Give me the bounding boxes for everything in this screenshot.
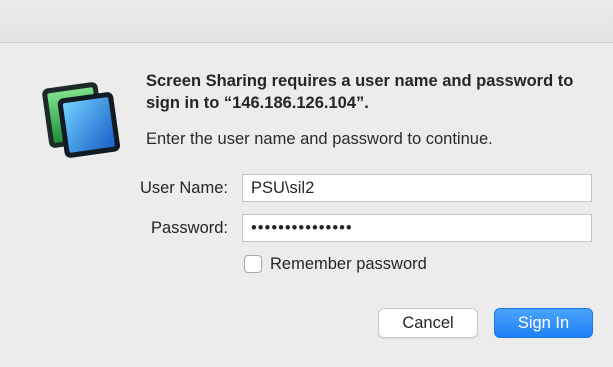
username-field[interactable] — [242, 174, 592, 202]
remember-password-checkbox[interactable] — [244, 255, 262, 273]
dialog-title: Screen Sharing requires a user name and … — [146, 72, 574, 112]
password-label: Password: — [150, 219, 228, 237]
screen-sharing-icon — [42, 82, 121, 158]
username-label: User Name: — [139, 179, 228, 197]
window-titlebar[interactable] — [0, 0, 613, 43]
remember-password-label[interactable]: Remember password — [270, 253, 427, 275]
password-field[interactable] — [242, 214, 592, 242]
dialog-subtitle: Enter the user name and password to cont… — [146, 130, 493, 148]
cancel-button[interactable]: Cancel — [378, 308, 478, 338]
sign-in-button[interactable]: Sign In — [494, 308, 593, 338]
sign-in-dialog: Screen Sharing requires a user name and … — [0, 43, 613, 367]
